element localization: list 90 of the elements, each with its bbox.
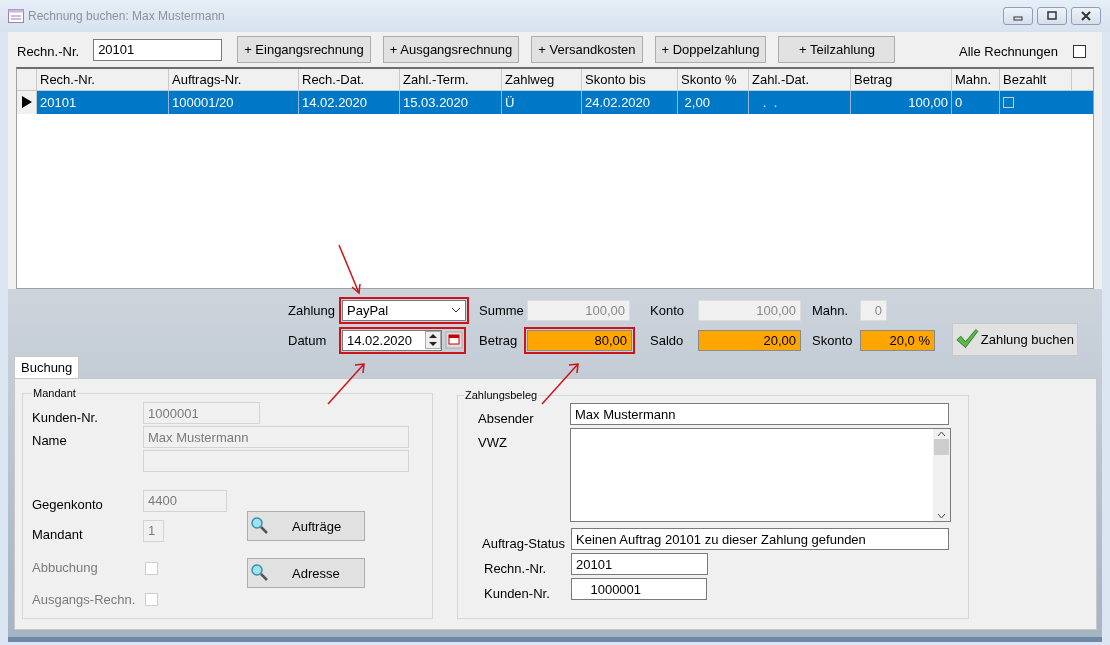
readonly-field: 100,00 [698,299,801,321]
checkbox[interactable] [1073,44,1086,58]
column-header[interactable]: Zahl.-Term. [400,68,502,90]
readonly-field[interactable]: 1000001 [143,402,260,425]
table-cell: . . [749,90,851,114]
table-row[interactable]: 20101 100001/20 14.02.2020 15.03.2020 Ü 24.02.2020 2,00 . . 100,00 0 [17,90,1093,114]
field-label: Saldo [650,331,685,350]
checkbox-label: Ausgangs-Rechn. [32,590,137,609]
payment-select[interactable]: PayPal [342,299,466,321]
scroll-down-icon[interactable] [937,513,946,520]
scrollbar-thumb[interactable] [934,439,949,456]
toolbar-button[interactable]: + Doppelzahlung [654,36,767,64]
column-header[interactable]: Skonto % [678,68,749,90]
readonly-field[interactable]: 4400 [143,490,227,512]
column-header[interactable]: Skonto bis [582,68,678,90]
table-cell: 20101 [37,90,169,114]
field-label: Summe [479,301,524,320]
search-button[interactable]: Adresse [247,558,365,589]
table-cell: Ü [502,90,582,114]
field-label: VWZ [478,434,508,453]
maximize-button[interactable] [1037,6,1067,25]
readonly-field: 100,00 [527,299,630,321]
close-icon [1080,10,1092,21]
readonly-field[interactable]: 1 [143,519,164,542]
field-label: Betrag [479,331,519,350]
column-header[interactable]: Rech.-Nr. [37,68,169,90]
table-cell: 14.02.2020 [299,90,400,114]
field-label: Mahn. [812,301,850,320]
column-header[interactable]: Bezahlt [1000,68,1072,90]
search-button[interactable]: Aufträge [247,511,365,542]
chevron-icon [451,307,461,314]
scrollbar[interactable] [933,429,950,522]
field-label: Kunden-Nr. [32,408,99,427]
blank-field[interactable] [143,450,409,473]
column-header[interactable]: Zahl.-Dat. [749,68,851,90]
field-label: Kunden-Nr. [484,584,551,603]
close-button[interactable] [1071,6,1101,25]
table-cell: 0 [952,90,1000,114]
table-cell: 100001/20 [169,90,299,114]
date-field[interactable]: 14.02.2020 [342,329,442,351]
table-cell: 15.03.2020 [400,90,502,114]
checkmark-icon [956,328,979,351]
window-title: Rechnung buchen: Max Mustermann [28,7,225,25]
column-header[interactable]: Zahlweg [502,68,582,90]
checkbox-label: Alle Rechnungen [958,42,1058,61]
field-label: Rechn.-Nr. [17,42,80,61]
readonly-field[interactable]: Max Mustermann [143,426,409,449]
column-header[interactable]: Auftrags-Nr. [169,68,299,90]
customer-number-field[interactable]: 1000001 [571,578,707,601]
column-header[interactable]: Betrag [851,68,952,90]
field-label: Absender [478,409,535,428]
field-label: Auftrag-Status [482,534,567,553]
minimize-button[interactable] [1003,6,1033,25]
table-cell: 2,00 [678,90,749,114]
amount-field[interactable]: 20,00 [698,329,801,351]
row-pointer-icon [21,96,32,109]
invoice-number-field[interactable]: 20101 [571,553,708,576]
field-label: Skonto [812,331,854,350]
field-label: Mandant [32,525,84,544]
table-cell: 100,00 [851,90,952,114]
calendar-icon[interactable] [445,331,463,350]
column-header[interactable]: Rech.-Dat. [299,68,400,90]
paid-checkbox[interactable] [1003,96,1014,108]
status-field[interactable]: Keinen Auftrag 20101 zu dieser Zahlung gefunden [571,528,949,551]
invoice-number-field[interactable]: 20101 [93,38,223,61]
readonly-field: 0 [860,299,887,321]
toolbar-button[interactable]: + Ausgangsrechnung [382,36,520,64]
field-label: Konto [650,301,685,320]
maximize-icon [1046,10,1058,21]
tab[interactable]: Buchung [14,355,80,378]
sender-field[interactable]: Max Mustermann [570,403,949,426]
field-label: Rechn.-Nr. [484,559,548,578]
checkbox-label: Abbuchung [32,559,99,578]
purpose-textarea[interactable] [570,428,951,523]
toolbar-button[interactable]: + Versandkosten [531,36,643,64]
book-payment-button[interactable]: Zahlung buchen [952,322,1078,356]
toolbar-button[interactable]: + Eingangsrechnung [237,36,371,64]
scroll-up-icon[interactable] [937,431,946,438]
field-label: Datum [288,331,328,350]
table-cell: 24.02.2020 [582,90,678,114]
field-label: Name [32,432,68,451]
amount-field[interactable]: 20,0 % [860,329,935,351]
field-label: Gegenkonto [32,496,104,515]
spinner-icon[interactable] [425,331,441,350]
amount-field[interactable]: 80,00 [527,329,632,351]
toolbar-button[interactable]: + Teilzahlung [778,36,896,64]
window-icon [8,8,24,23]
column-header[interactable]: Mahn. [952,68,1000,90]
group-title: Mandant [32,385,77,401]
field-label: Zahlung [288,301,336,320]
